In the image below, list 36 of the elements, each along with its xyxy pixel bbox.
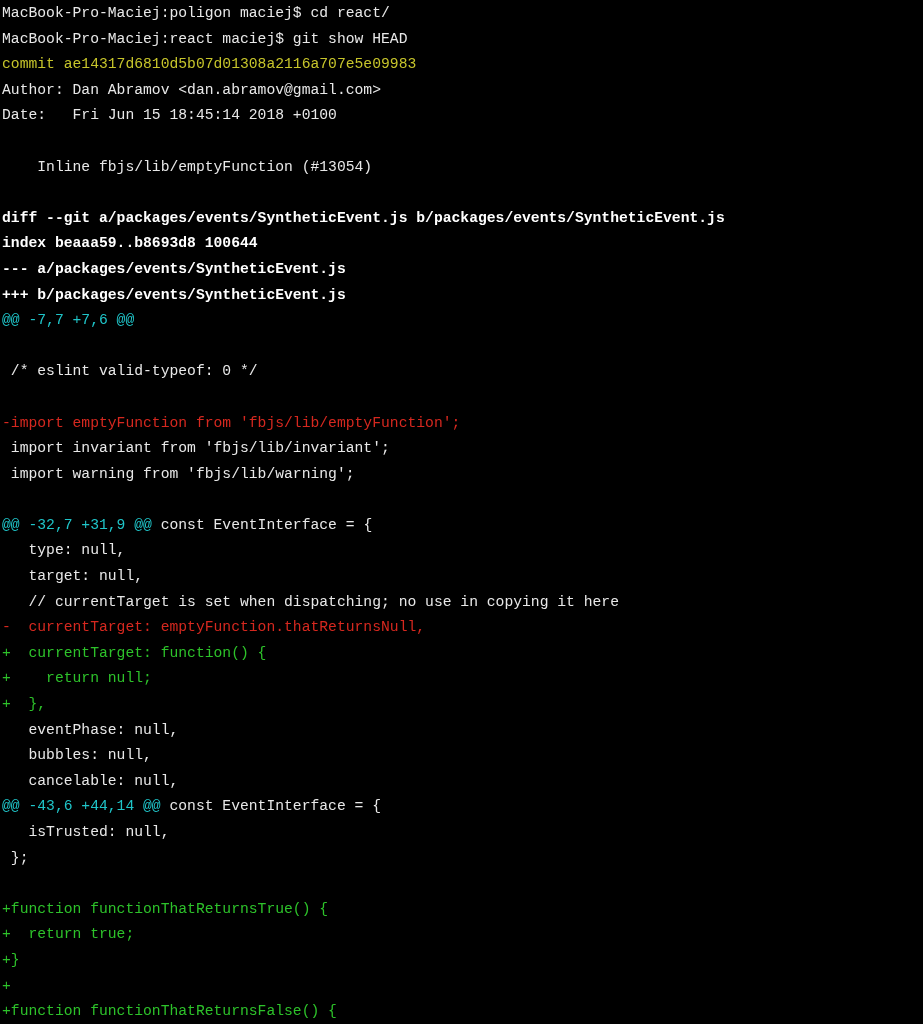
context-text: const EventInterface = { <box>168 797 381 817</box>
output-line: Date: Fri Jun 15 18:45:14 2018 +0100 <box>2 107 337 124</box>
output-line: Inline fbjs/lib/emptyFunction (#13054) <box>36 158 373 175</box>
command-line: MacBook-Pro-Maciej:poligon maciej$ cd react/ <box>2 5 390 21</box>
output-line: isTrusted: null, <box>27 824 170 840</box>
added-line: + currentTarget: function() { <box>2 644 267 661</box>
output-line: // currentTarget is set when dispatching; no use in copying it here <box>27 593 619 610</box>
added-line: +function functionThatReturnsFalse() { <box>2 1003 337 1020</box>
output-line: eventPhase: null, <box>27 721 179 738</box>
hunk-header: @@ -32,7 +31,9 @@ <box>2 515 152 535</box>
context-text: const EventInterface = { <box>159 515 373 535</box>
added-line: + return null; <box>2 670 152 687</box>
output-line: import invariant from 'fbjs/lib/invariant'; <box>9 440 390 457</box>
output-line: type: null, <box>27 542 126 559</box>
output-line: Author: Dan Abramov <dan.abramov@gmail.com> <box>2 81 381 98</box>
output-line: target: null, <box>27 568 144 585</box>
output-line: import warning from 'fbjs/lib/warning'; <box>9 465 355 482</box>
output-line: cancelable: null, <box>27 772 179 789</box>
command-line: MacBook-Pro-Maciej:react maciej$ git show HEAD <box>2 30 408 47</box>
removed-line: - currentTarget: emptyFunction.thatReturnsNull, <box>2 619 426 636</box>
added-line: +} <box>2 951 20 968</box>
diff-header-line: +++ b/packages/events/SyntheticEvent.js <box>2 286 346 303</box>
hunk-header: @@ -43,6 +44,14 @@ <box>2 797 161 817</box>
output-line: }; <box>9 849 29 866</box>
added-line: + return true; <box>2 926 135 943</box>
diff-header-line: diff --git a/packages/events/SyntheticEvent.js b/packages/events/SyntheticEvent.js <box>2 209 725 226</box>
diff-header-line: --- a/packages/events/SyntheticEvent.js <box>2 260 346 277</box>
diff-header-line: index beaaa59..b8693d8 100644 <box>2 235 258 252</box>
added-line: + }, <box>2 696 47 713</box>
added-line: +function functionThatReturnsTrue() { <box>2 900 329 917</box>
hunk-header: @@ -7,7 +7,6 @@ <box>2 312 135 329</box>
commit-hash-line: commit ae14317d6810d5b07d01308a2116a707e5e09983 <box>2 56 417 73</box>
output-line: /* eslint valid-typeof: 0 */ <box>9 363 258 380</box>
added-line: + <box>2 977 11 994</box>
output-line: bubbles: null, <box>27 747 152 764</box>
removed-line: -import emptyFunction from 'fbjs/lib/emptyFunction'; <box>2 414 461 431</box>
